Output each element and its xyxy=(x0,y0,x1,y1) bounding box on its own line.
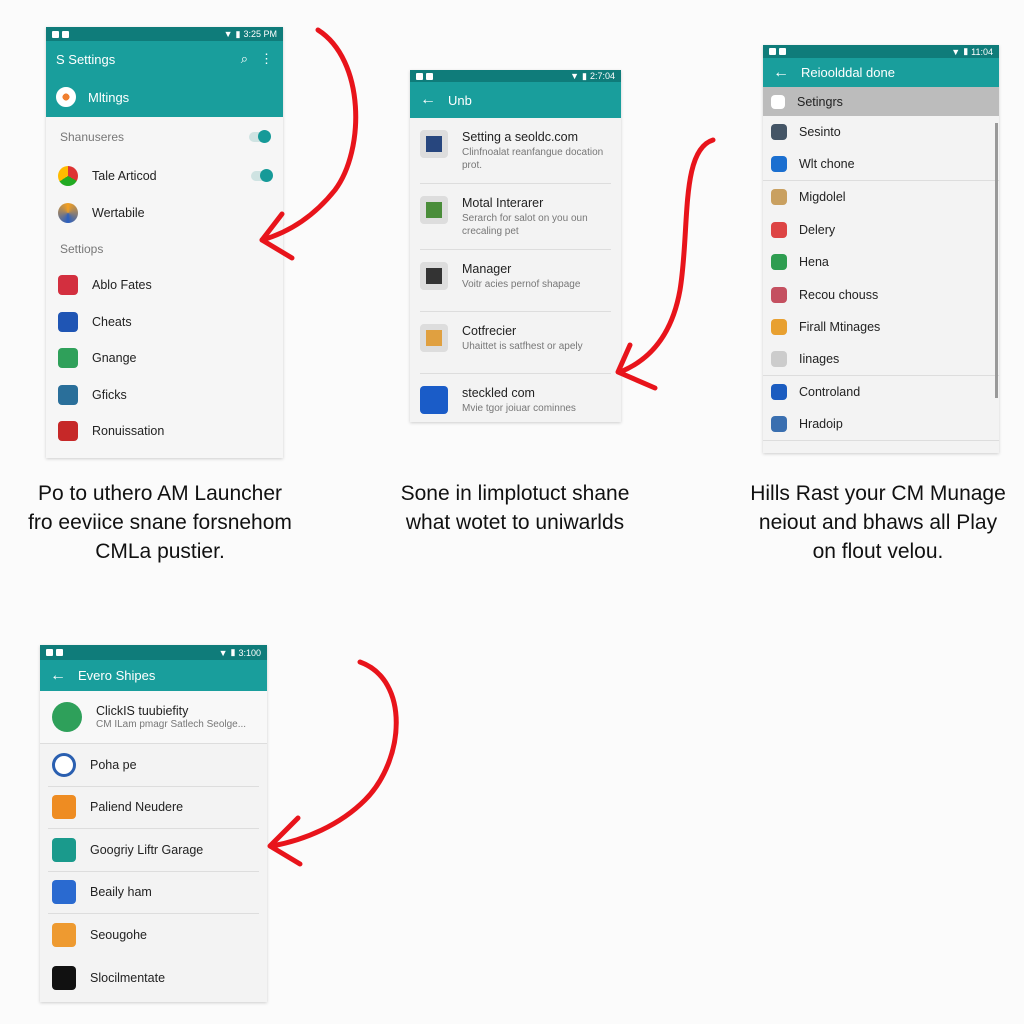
arrow-step1 xyxy=(259,27,359,243)
arrow-step3 xyxy=(269,659,399,849)
red-arrows xyxy=(259,27,716,867)
arrow-step2 xyxy=(617,137,716,375)
